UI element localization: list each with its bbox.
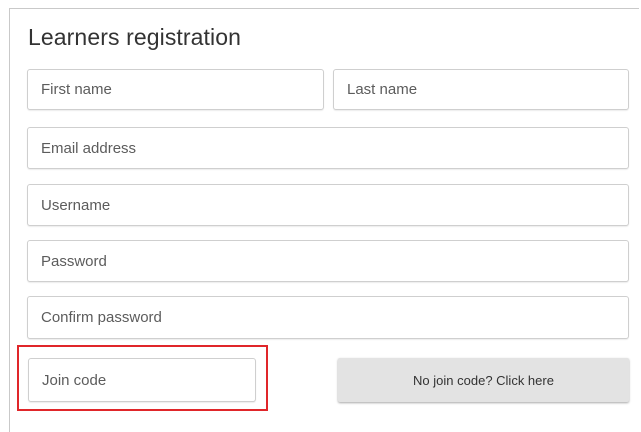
username-field[interactable]: [27, 184, 629, 226]
password-field[interactable]: [27, 240, 629, 282]
confirm-password-field[interactable]: [27, 296, 629, 339]
join-code-field[interactable]: [28, 358, 256, 402]
form-title: Learners registration: [28, 24, 242, 50]
last-name-field[interactable]: [333, 69, 629, 110]
first-name-field[interactable]: [27, 69, 324, 110]
no-join-code-button[interactable]: No join code? Click here: [338, 358, 629, 402]
email-field[interactable]: [27, 127, 629, 169]
